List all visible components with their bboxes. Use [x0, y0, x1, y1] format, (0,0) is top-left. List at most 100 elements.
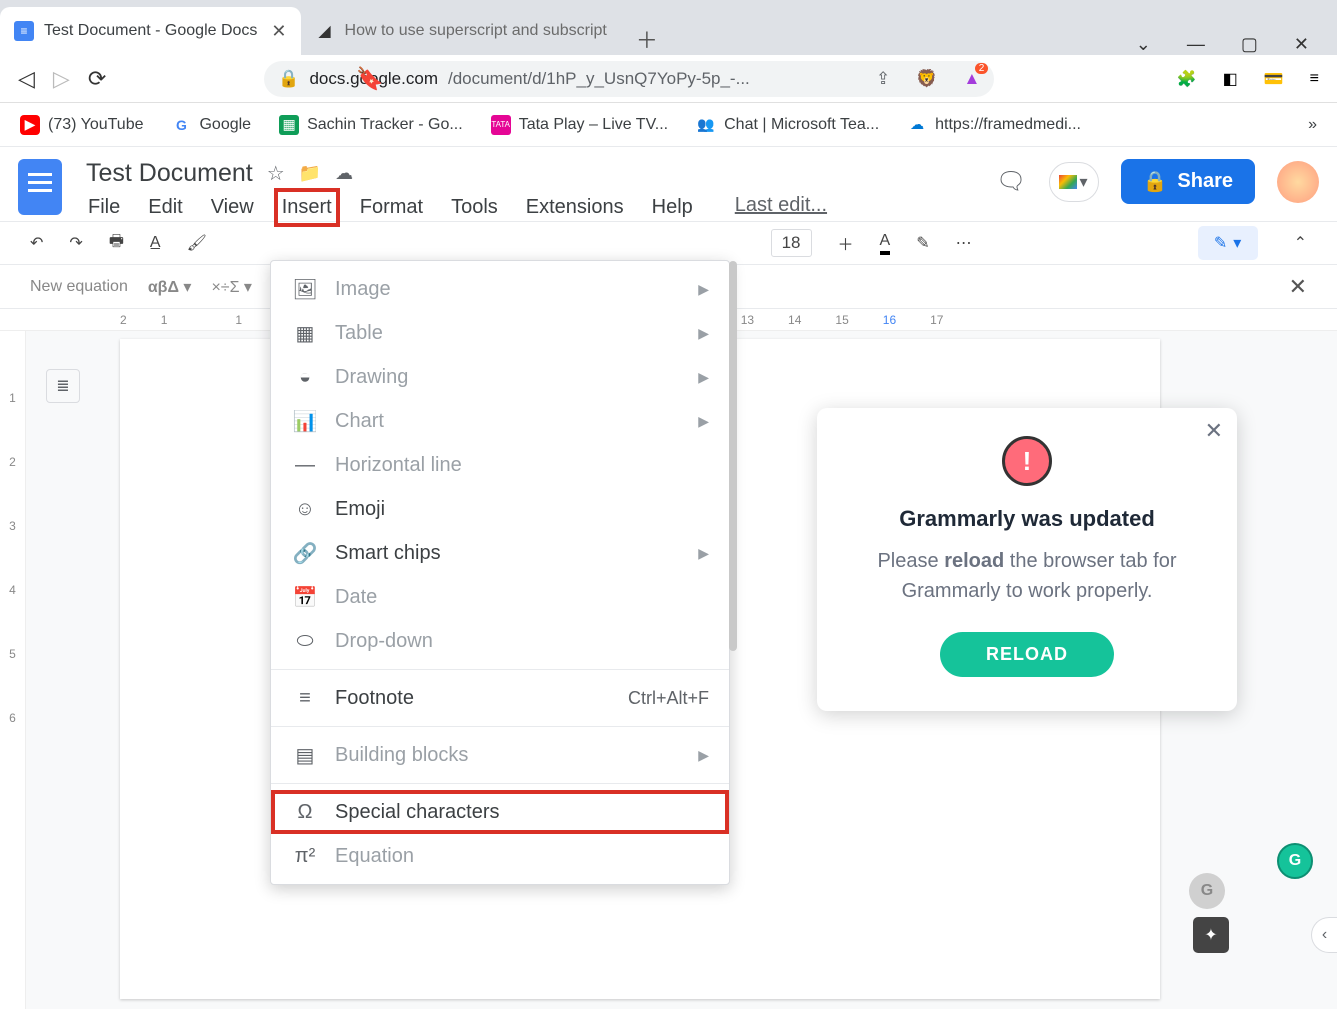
star-icon[interactable]: ☆ — [267, 161, 285, 186]
menu-item-image[interactable]: 🖼Image▶ — [271, 267, 729, 311]
equation-icon: π² — [293, 844, 317, 868]
smartchips-icon: 🔗 — [293, 541, 317, 565]
dropdown-icon: ⬭ — [293, 629, 317, 653]
omega-icon: Ω — [293, 800, 317, 824]
menu-item-drawing[interactable]: ◒Drawing▶ — [271, 355, 729, 399]
menu-item-smart-chips[interactable]: 🔗Smart chips▶ — [271, 531, 729, 575]
greek-letters-menu[interactable]: αβΔ ▾ — [148, 277, 192, 297]
menu-item-hline[interactable]: —Horizontal line — [271, 443, 729, 487]
chevron-down-icon: ▾ — [1233, 233, 1241, 253]
close-icon[interactable]: ✕ — [1205, 418, 1223, 444]
back-icon[interactable]: ◁ — [18, 66, 35, 92]
tab-search-icon[interactable]: ⌄ — [1136, 34, 1151, 55]
font-size-inc-icon[interactable]: ＋ — [838, 231, 854, 255]
tab-title: Test Document - Google Docs — [44, 22, 257, 40]
bookmark-youtube[interactable]: ▶(73) YouTube — [20, 115, 143, 135]
menu-item-footnote[interactable]: ≡FootnoteCtrl+Alt+F — [271, 676, 729, 720]
menu-format[interactable]: Format — [358, 194, 425, 221]
close-window-icon[interactable]: ✕ — [1294, 34, 1309, 55]
docs-logo-icon[interactable] — [18, 159, 62, 215]
bookmarks-overflow-icon[interactable]: » — [1308, 116, 1317, 134]
bookmark-google[interactable]: GGoogle — [171, 115, 251, 135]
docs-header: Test Document ☆ 📁 ☁ File Edit View Inser… — [0, 147, 1337, 221]
alert-icon: ! — [1002, 436, 1052, 486]
meet-button[interactable]: ▾ — [1049, 162, 1099, 202]
menu-file[interactable]: File — [86, 194, 122, 221]
text-color-icon[interactable]: A — [880, 232, 891, 255]
bookmark-teams[interactable]: 👥Chat | Microsoft Tea... — [696, 115, 879, 135]
bookmark-onedrive[interactable]: ☁https://framedmedi... — [907, 115, 1081, 135]
comments-icon[interactable]: 🗨 — [996, 167, 1026, 196]
tab-inactive[interactable]: ◢ How to use superscript and subscript — [301, 7, 621, 55]
extensions-icon[interactable]: 🧩 — [1177, 69, 1197, 89]
share-button[interactable]: 🔒Share — [1121, 159, 1256, 204]
menu-item-table[interactable]: ▦Table▶ — [271, 311, 729, 355]
maximize-icon[interactable]: ▢ — [1241, 34, 1258, 55]
operators-menu[interactable]: ×÷Σ ▾ — [211, 277, 252, 297]
bookmark-sheets[interactable]: ▦Sachin Tracker - Go... — [279, 115, 463, 135]
new-tab-button[interactable]: ＋ — [629, 23, 665, 55]
chart-icon: 📊 — [293, 409, 317, 433]
vertical-ruler[interactable]: 123456 — [0, 331, 26, 1009]
forward-icon[interactable]: ▷ — [53, 66, 70, 92]
editing-mode-chip[interactable]: ✎▾ — [1198, 226, 1258, 260]
chevron-right-icon: ▶ — [698, 545, 709, 562]
menu-item-emoji[interactable]: ☺Emoji — [271, 487, 729, 531]
share-url-icon[interactable]: ⇪ — [876, 69, 890, 89]
brave-shield-icon[interactable]: 🦁 — [916, 69, 937, 89]
paint-format-icon[interactable]: 🖌 — [187, 233, 207, 253]
account-avatar[interactable] — [1277, 161, 1319, 203]
menu-tools[interactable]: Tools — [449, 194, 500, 221]
minimize-icon[interactable]: — — [1187, 34, 1205, 55]
menu-separator — [271, 726, 729, 727]
undo-icon[interactable]: ↶ — [30, 233, 43, 253]
sidepanel-icon[interactable]: ◧ — [1223, 69, 1238, 89]
bookmark-icon[interactable]: 🔖 — [356, 66, 383, 92]
reload-button[interactable]: RELOAD — [940, 632, 1114, 677]
menu-item-building-blocks[interactable]: ▤Building blocks▶ — [271, 733, 729, 777]
menu-item-equation[interactable]: π²Equation — [271, 834, 729, 878]
more-icon[interactable]: ⋯ — [956, 233, 972, 253]
outline-toggle-icon[interactable]: ≣ — [46, 369, 80, 403]
chevron-right-icon: ▶ — [698, 413, 709, 430]
font-size-box[interactable]: 18 — [771, 229, 812, 257]
explore-button[interactable]: ✦ — [1193, 917, 1229, 953]
menu-item-date[interactable]: 📅Date — [271, 575, 729, 619]
last-edit-link[interactable]: Last edit... — [735, 194, 827, 221]
menu-item-special-characters[interactable]: ΩSpecial characters — [271, 790, 729, 834]
menu-view[interactable]: View — [209, 194, 256, 221]
redo-icon[interactable]: ↷ — [69, 233, 82, 253]
cloud-status-icon[interactable]: ☁ — [335, 163, 353, 184]
wallet-icon[interactable]: 💳 — [1264, 69, 1284, 89]
table-icon: ▦ — [293, 321, 317, 345]
menu-item-chart[interactable]: 📊Chart▶ — [271, 399, 729, 443]
move-icon[interactable]: 📁 — [299, 163, 321, 184]
menu-icon[interactable]: ≡ — [1310, 70, 1319, 88]
menu-help[interactable]: Help — [650, 194, 695, 221]
shortcut-label: Ctrl+Alt+F — [628, 688, 709, 709]
new-equation-button[interactable]: New equation — [30, 278, 128, 296]
print-icon[interactable]: 🖶 — [109, 230, 124, 257]
lock-icon: 🔒 — [278, 69, 299, 89]
menu-insert[interactable]: Insert — [280, 194, 334, 221]
grammarly-secondary-icon[interactable]: G — [1189, 873, 1225, 909]
menu-item-dropdown[interactable]: ⬭Drop-down — [271, 619, 729, 663]
address-bar-row: ◁ ▷ ⟳ 🔖 🔒 docs.google.com /document/d/1h… — [0, 55, 1337, 103]
menu-separator — [271, 669, 729, 670]
document-title[interactable]: Test Document — [86, 159, 253, 188]
close-equation-toolbar-icon[interactable]: ✕ — [1289, 274, 1307, 300]
tab-active[interactable]: ≡ Test Document - Google Docs ✕ — [0, 7, 301, 55]
menu-edit[interactable]: Edit — [146, 194, 184, 221]
lock-icon: 🔒 — [1143, 169, 1168, 194]
brave-rewards-icon[interactable]: ▲2 — [963, 69, 980, 89]
hline-icon: — — [293, 453, 317, 477]
highlight-color-icon[interactable]: ✎ — [916, 233, 929, 253]
menu-extensions[interactable]: Extensions — [524, 194, 626, 221]
close-icon[interactable]: ✕ — [271, 21, 286, 42]
grammarly-fab-icon[interactable]: G — [1277, 843, 1313, 879]
bookmark-tataplay[interactable]: TATATata Play – Live TV... — [491, 115, 668, 135]
spellcheck-icon[interactable]: A̲ — [150, 234, 161, 252]
collapse-toolbar-icon[interactable]: ⌃ — [1294, 233, 1307, 253]
reload-icon[interactable]: ⟳ — [88, 66, 106, 92]
date-icon: 📅 — [293, 585, 317, 609]
